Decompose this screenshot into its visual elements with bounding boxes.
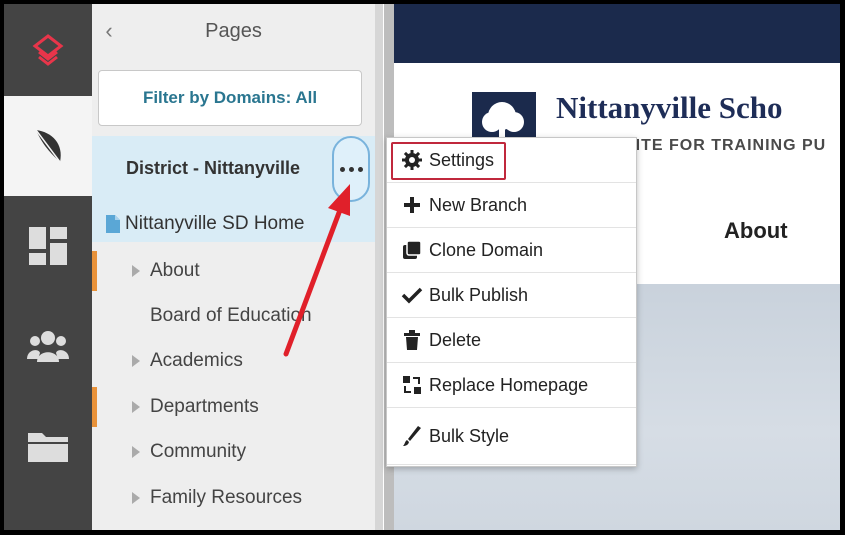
logo-icon <box>32 34 64 66</box>
app-window: ‹ Pages Filter by Domains: All District … <box>4 4 840 530</box>
expand-caret-icon[interactable] <box>132 446 140 458</box>
tree-item-label: About <box>150 260 200 281</box>
tree-item-about[interactable]: About <box>92 251 375 291</box>
tree-item-board-of-education[interactable]: Board of Education <box>92 296 375 336</box>
feather-icon <box>35 129 61 163</box>
menu-item-new-branch[interactable]: New Branch <box>387 183 636 228</box>
tree-item-label: Departments <box>150 396 259 417</box>
tree-item-family-resources[interactable]: Family Resources <box>92 478 375 518</box>
rail-item-pages[interactable] <box>4 96 92 196</box>
dashboard-icon <box>29 227 67 265</box>
home-page-label: Nittanyville SD Home <box>125 213 305 234</box>
sidebar-title: Pages <box>205 20 262 42</box>
menu-item-clone-domain[interactable]: Clone Domain <box>387 228 636 273</box>
screenshot-frame: ‹ Pages Filter by Domains: All District … <box>0 0 845 535</box>
status-marker <box>92 387 97 427</box>
users-icon <box>27 331 69 362</box>
tree-item-label: Academics <box>150 350 243 371</box>
domain-more-options-button[interactable] <box>332 136 370 202</box>
menu-item-delete[interactable]: Delete <box>387 318 636 363</box>
gear-icon <box>401 149 423 171</box>
domain-context-menu: Settings New Branch Clone Domain Bulk Pu… <box>386 137 637 467</box>
site-topbar <box>394 4 840 63</box>
rail-item-files[interactable] <box>4 396 92 496</box>
menu-item-bulk-publish[interactable]: Bulk Publish <box>387 273 636 318</box>
rail-item-users[interactable] <box>4 296 92 396</box>
expand-caret-icon[interactable] <box>132 355 140 367</box>
domain-name: District - Nittanyville <box>126 158 301 178</box>
tree-item-label: Board of Education <box>150 305 312 326</box>
menu-item-label: Replace Homepage <box>429 374 589 395</box>
menu-item-label: Delete <box>429 329 482 350</box>
clone-icon <box>401 239 423 261</box>
ellipsis-icon <box>339 166 363 172</box>
page-icon <box>106 215 120 233</box>
home-page-item[interactable]: Nittanyville SD Home <box>92 206 375 242</box>
expand-caret-icon[interactable] <box>132 401 140 413</box>
expand-caret-icon[interactable] <box>132 492 140 504</box>
menu-item-label: Bulk Publish <box>429 284 529 305</box>
menu-item-settings[interactable]: Settings <box>387 138 636 183</box>
tree-item-label: Community <box>150 441 247 462</box>
check-icon <box>401 284 423 306</box>
icon-rail <box>4 4 92 530</box>
trash-icon <box>401 329 423 351</box>
menu-item-replace-homepage[interactable]: Replace Homepage <box>387 363 636 408</box>
plus-icon <box>401 194 423 216</box>
app-logo[interactable] <box>4 4 92 96</box>
tree-item-community[interactable]: Community <box>92 432 375 472</box>
menu-item-bulk-style[interactable]: Bulk Style <box>387 408 636 465</box>
menu-item-label: Clone Domain <box>429 239 544 260</box>
menu-item-label: Bulk Style <box>429 425 510 446</box>
sidebar-splitter[interactable] <box>375 4 383 530</box>
expand-caret-icon[interactable] <box>132 265 140 277</box>
site-name: Nittanyville Scho <box>556 90 783 125</box>
tree-item-academics[interactable]: Academics <box>92 341 375 381</box>
filter-by-domains-button[interactable]: Filter by Domains: All <box>98 70 362 126</box>
tree-item-departments[interactable]: Departments <box>92 387 375 427</box>
pages-sidebar: ‹ Pages Filter by Domains: All District … <box>92 4 375 530</box>
menu-item-label: Settings <box>429 149 495 170</box>
folder-icon <box>28 433 68 462</box>
site-tagline: SITE FOR TRAINING PU <box>624 137 827 154</box>
brush-icon <box>401 425 423 447</box>
menu-item-label: New Branch <box>429 194 528 215</box>
replace-icon <box>401 374 423 396</box>
site-nav-about[interactable]: About <box>724 218 788 244</box>
rail-item-dashboard[interactable] <box>4 196 92 296</box>
status-marker <box>92 251 97 291</box>
tree-item-label: Family Resources <box>150 487 303 508</box>
